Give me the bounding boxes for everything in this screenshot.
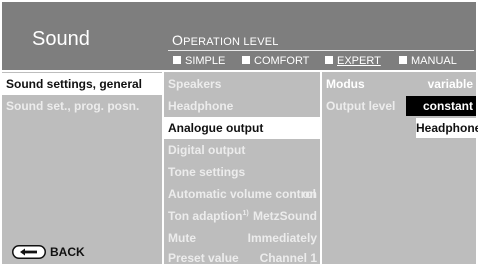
submenu-item-mute[interactable]: Mute Immediately bbox=[164, 227, 320, 249]
modus-value: variable bbox=[427, 77, 473, 91]
ton-adaption-value: MetzSound bbox=[253, 209, 317, 223]
level-indicator-icon bbox=[173, 56, 181, 64]
menu-item-sound-settings-general[interactable]: Sound settings, general bbox=[2, 73, 162, 95]
back-button-icon bbox=[12, 245, 46, 259]
menu-item-sound-set-prog-posn[interactable]: Sound set., prog. posn. bbox=[2, 95, 162, 117]
level-manual[interactable]: MANUAL bbox=[399, 55, 457, 68]
submenu-item-speakers[interactable]: Speakers bbox=[164, 73, 320, 95]
level-comfort[interactable]: COMFORT bbox=[242, 55, 309, 68]
level-indicator-icon bbox=[325, 56, 333, 64]
submenu-item-tone-settings[interactable]: Tone settings bbox=[164, 161, 320, 183]
preset-value-value: Channel 1 bbox=[259, 251, 317, 265]
submenu-item-headphone[interactable]: Headphone bbox=[164, 95, 320, 117]
level-indicator-icon bbox=[399, 56, 407, 64]
submenu-item-digital-output[interactable]: Digital output bbox=[164, 139, 320, 161]
automatic-volume-control-value: on bbox=[302, 187, 317, 201]
setting-modus[interactable]: Modus variable bbox=[322, 73, 476, 95]
footnote-marker: 1) bbox=[242, 210, 249, 217]
submenu-item-analogue-output[interactable]: Analogue output bbox=[164, 117, 320, 139]
submenu-item-automatic-volume-control[interactable]: Automatic volume control on bbox=[164, 183, 320, 205]
main-menu-column: Sound settings, general Sound set., prog… bbox=[2, 72, 162, 264]
settings-column: Modus variable Output level constant Head… bbox=[322, 72, 478, 264]
option-constant[interactable]: constant bbox=[406, 96, 476, 116]
page-title: Sound bbox=[32, 28, 90, 50]
back-label: BACK bbox=[50, 245, 85, 259]
sound-menu-screen: Sound OPERATION LEVEL SIMPLE COMFORT EXP… bbox=[0, 0, 478, 266]
level-expert[interactable]: EXPERT bbox=[325, 55, 381, 68]
mute-value: Immediately bbox=[247, 231, 317, 245]
submenu-item-ton-adaption[interactable]: Ton adaption1) MetzSound bbox=[164, 205, 320, 227]
level-indicator-icon bbox=[242, 56, 250, 64]
submenu-item-preset-value[interactable]: Preset value Channel 1 bbox=[164, 249, 320, 265]
option-headphone[interactable]: Headphone bbox=[416, 118, 478, 138]
operation-level-title: OPERATION LEVEL bbox=[172, 32, 279, 48]
level-simple[interactable]: SIMPLE bbox=[173, 55, 225, 68]
header-bar: Sound OPERATION LEVEL SIMPLE COMFORT EXP… bbox=[2, 2, 476, 70]
submenu-column: Speakers Headphone Analogue output Digit… bbox=[164, 72, 320, 265]
back-button[interactable]: BACK bbox=[12, 244, 85, 260]
operation-level-divider bbox=[168, 50, 474, 51]
